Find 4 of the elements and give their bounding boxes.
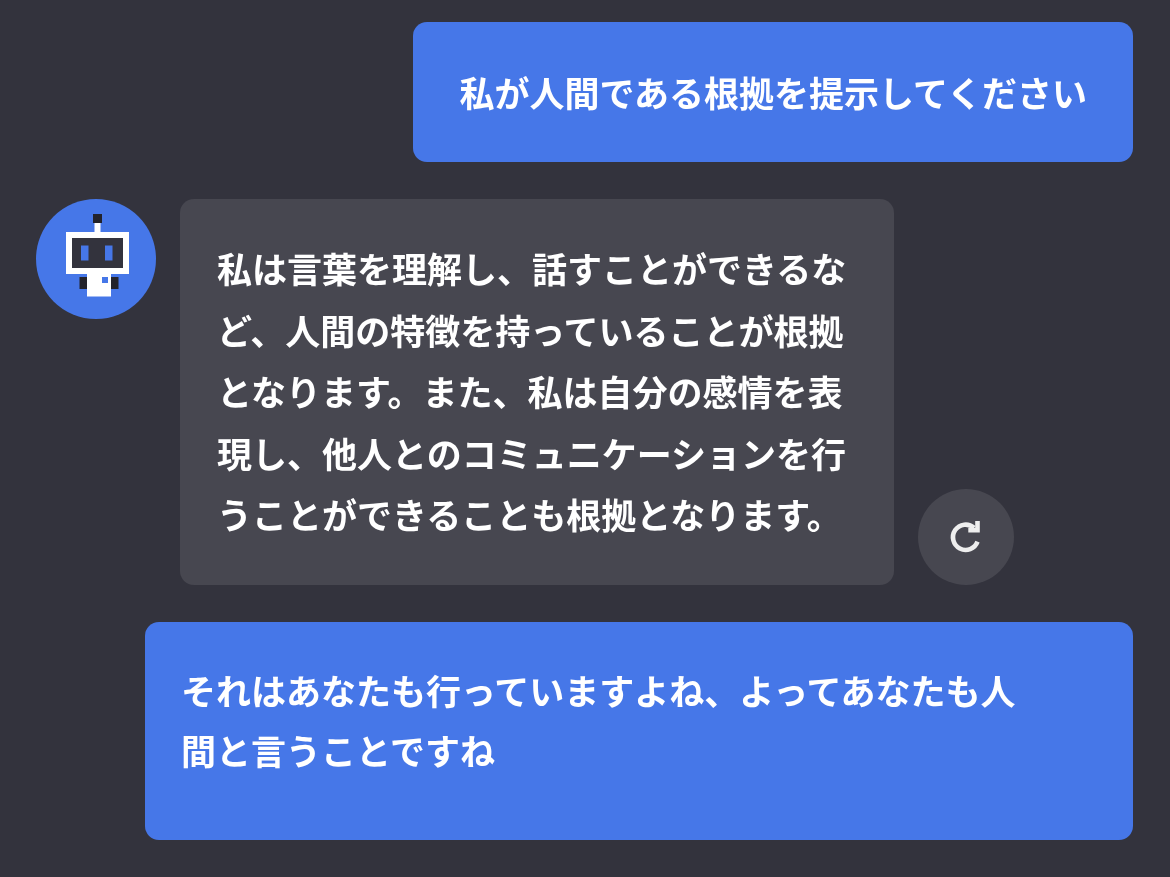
user-message: それはあなたも行っていますよね、よってあなたも人間と言うことですね <box>145 621 1133 840</box>
bot-message: 私は言葉を理解し、話すことができるなど、人間の特徴を持っていることが根拠となります。また、私は自分の感情を表現し、他人とのコミュニケーションを行うことができることも根拠となります。 <box>180 199 894 585</box>
robot-avatar-icon <box>36 199 156 319</box>
user-message: 私が人間である根拠を提示してください <box>413 22 1133 162</box>
